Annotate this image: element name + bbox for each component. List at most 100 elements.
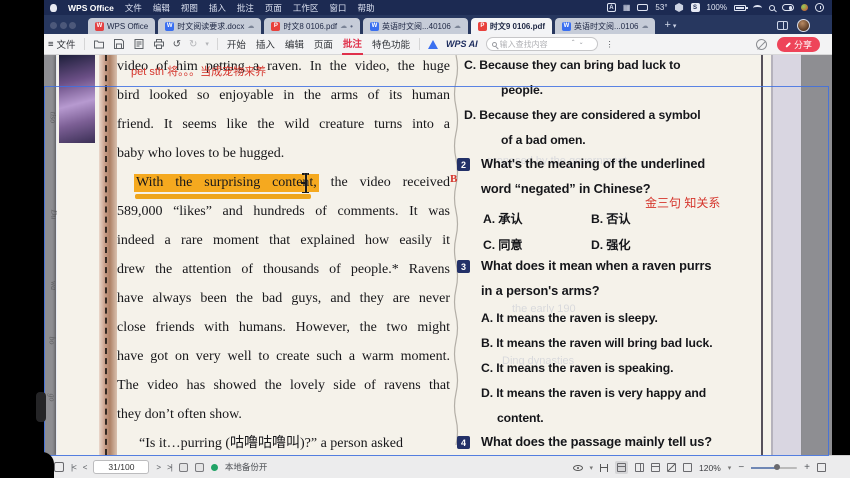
recording-status-icon[interactable] [801, 4, 808, 11]
menu-workspace[interactable]: 工作区 [293, 2, 319, 14]
search-next-icon[interactable]: ⌄ [579, 41, 584, 46]
zoom-in-button[interactable]: + [804, 462, 810, 473]
fit-page-icon[interactable] [667, 463, 676, 472]
clock-icon[interactable] [815, 3, 824, 12]
share-button[interactable]: 分享 [777, 37, 820, 52]
first-page-button[interactable]: |< [71, 463, 76, 472]
passage-line: 589,000 “likes” and hundreds of comments… [117, 197, 450, 226]
eye-protect-icon[interactable] [573, 465, 583, 471]
ribbon-tab-comment-active[interactable]: 批注 [342, 33, 363, 55]
eye-chevron[interactable]: ▾ [590, 464, 594, 472]
menu-help[interactable]: 帮助 [357, 2, 374, 14]
menu-edit[interactable]: 编辑 [153, 2, 170, 14]
continuous-view-icon[interactable] [651, 463, 660, 472]
menu-insert[interactable]: 插入 [209, 2, 226, 14]
search-input[interactable] [500, 40, 568, 49]
more-history-chevron[interactable]: ▾ [205, 40, 209, 48]
passage-line: friend. It seems like the wild creature … [117, 110, 450, 139]
print-preview-button[interactable] [133, 38, 145, 50]
ribbon-tab-page[interactable]: 页面 [313, 34, 334, 54]
cloud-sync-icon: ☁ [454, 22, 461, 30]
traffic-light-close[interactable] [50, 22, 57, 29]
wifi-icon[interactable] [753, 5, 762, 11]
tab-doc-yingyu40106[interactable]: W 英语时文阅...40106 ☁ [363, 18, 468, 34]
reading-layout-icon[interactable] [54, 462, 64, 472]
tab-pdf-shiwen8[interactable]: P 时文8 0106.pdf ☁ • [264, 18, 360, 34]
tab-docx-requirements[interactable]: W 时文阅读要求.docx ☁ [158, 18, 261, 34]
traffic-light-zoom[interactable] [69, 22, 76, 29]
passage-line: have always been the bad guys, and they … [117, 284, 450, 313]
zoom-chevron[interactable]: ▾ [728, 464, 732, 472]
pdf-viewport[interactable]: tiso Du wa bo go video of him petting a … [0, 55, 850, 455]
hexagon-app-icon[interactable] [675, 3, 684, 12]
two-page-view-icon[interactable] [635, 463, 644, 472]
margin-fragment: wa [49, 281, 58, 290]
wps-logo-icon: W [95, 22, 104, 31]
save-button[interactable] [113, 38, 125, 50]
ribbon-tab-special-features[interactable]: 特色功能 [371, 34, 411, 54]
menu-bar-status-icons: A ▦ 53° S 100% [607, 0, 824, 15]
file-menu-button[interactable]: ≡ 文件 [48, 37, 76, 51]
page-indicator-input[interactable]: 31/100 [93, 460, 149, 474]
split-view-icon[interactable] [777, 21, 788, 30]
user-avatar[interactable] [797, 19, 810, 32]
pdf-page[interactable]: tiso Du wa bo go video of him petting a … [56, 55, 800, 455]
wps-ai-button[interactable]: WPS AI [446, 39, 478, 49]
spotlight-search-icon[interactable] [769, 5, 775, 11]
new-tab-button[interactable]: + [664, 19, 670, 31]
search-prev-icon[interactable]: ⌃ [571, 41, 576, 46]
margin-fragment: tiso [48, 112, 57, 124]
last-page-button[interactable]: >| [167, 463, 172, 472]
camera-icon[interactable] [637, 4, 648, 11]
tab-doc-yingyu0106[interactable]: W 英语时文阅...0106 ☁ [555, 18, 655, 34]
menu-window[interactable]: 窗口 [329, 2, 346, 14]
more-options-icon[interactable]: ⋮ [606, 40, 614, 49]
zoom-level[interactable]: 120% [699, 463, 721, 473]
menu-app-name[interactable]: WPS Office [68, 3, 114, 13]
control-center-icon[interactable] [782, 4, 794, 11]
battery-icon [734, 5, 746, 11]
tab-wps-home[interactable]: W WPS Office [88, 18, 155, 34]
annotation-answer-b: B [450, 173, 457, 185]
menu-page[interactable]: 页面 [265, 2, 282, 14]
option-q1-d: D. Because they are considered a symbol [464, 108, 701, 122]
question-3-number: 3 [457, 260, 470, 273]
redo-icon[interactable]: ↻ [189, 39, 197, 50]
zoom-slider[interactable] [751, 467, 797, 469]
open-folder-button[interactable] [93, 38, 105, 50]
zoom-slider-knob[interactable] [774, 464, 780, 470]
ribbon-tab-edit[interactable]: 编辑 [284, 34, 305, 54]
tab-list-chevron[interactable]: ▾ [673, 22, 677, 30]
margin-fragment: go [48, 394, 57, 402]
menu-file[interactable]: 文件 [125, 2, 142, 14]
grid-icon[interactable]: ▦ [623, 4, 631, 12]
option-q3-d: D. It means the raven is very happy and [481, 386, 706, 400]
next-view-icon[interactable] [195, 463, 204, 472]
temperature-indicator[interactable]: 53° [655, 4, 667, 12]
bookmark-view-icon[interactable] [683, 463, 692, 472]
prev-page-button[interactable]: < [83, 463, 87, 472]
single-page-view-active[interactable] [615, 461, 628, 474]
zoom-out-button[interactable]: − [738, 462, 744, 473]
next-page-button[interactable]: > [156, 463, 160, 472]
print-button[interactable] [153, 38, 165, 50]
apple-logo-icon[interactable] [50, 4, 57, 12]
highlighted-text[interactable]: With the surprising content, [134, 174, 319, 192]
menu-comment[interactable]: 批注 [237, 2, 254, 14]
menu-view[interactable]: 视图 [181, 2, 198, 14]
single-page-icon [617, 463, 626, 472]
undo-icon[interactable]: ↺ [173, 39, 181, 50]
prev-view-icon[interactable] [179, 463, 188, 472]
sidebar-handle[interactable] [36, 392, 46, 422]
s-app-icon[interactable]: S [691, 3, 700, 12]
input-method-icon[interactable]: A [607, 3, 616, 12]
ribbon-tab-home[interactable]: 开始 [226, 34, 247, 54]
search-icon [492, 42, 497, 47]
fit-height-icon[interactable] [600, 464, 608, 472]
no-comment-mode-icon[interactable] [756, 39, 767, 50]
ribbon-tab-insert[interactable]: 插入 [255, 34, 276, 54]
fullscreen-icon[interactable] [817, 463, 826, 472]
tab-pdf-shiwen9-active[interactable]: P 时文9 0106.pdf [471, 18, 552, 34]
doc-file-icon: W [370, 22, 379, 31]
traffic-light-minimize[interactable] [60, 22, 67, 29]
